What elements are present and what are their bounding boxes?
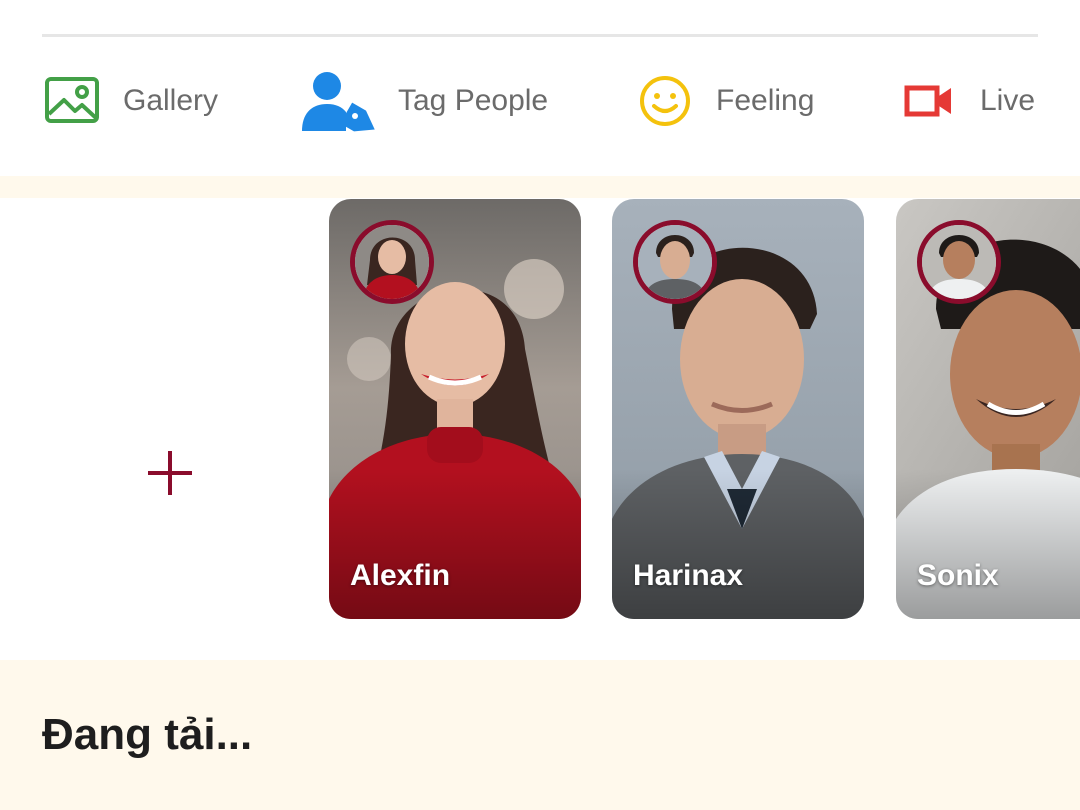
live-label: Live [980, 84, 1036, 117]
post-composer-actions: Gallery Tag People Feeling Live [0, 0, 1080, 176]
story-card[interactable]: Harinax [612, 199, 864, 619]
image-icon [44, 76, 100, 126]
loading-text: Đang tải... [42, 710, 253, 759]
tag-people-label: Tag People [398, 84, 549, 117]
smiley-icon [638, 74, 692, 128]
tag-people-button[interactable]: Tag People [300, 66, 548, 136]
photo-overlay [329, 469, 581, 619]
feeling-label: Feeling [716, 84, 815, 117]
avatar [350, 220, 434, 304]
story-card[interactable]: Alexfin [329, 199, 581, 619]
add-story-button[interactable] [120, 423, 220, 523]
story-card[interactable]: Sonix [896, 199, 1080, 619]
video-camera-icon [904, 84, 954, 118]
story-author-name: Alexfin [350, 559, 451, 592]
story-author-name: Harinax [633, 559, 744, 592]
stories-strip: Alexfin Harinax Sonix [0, 198, 1080, 660]
plus-icon [148, 451, 192, 495]
divider [42, 34, 1038, 37]
tag-people-icon [300, 69, 378, 133]
story-author-name: Sonix [917, 559, 999, 592]
section-separator [0, 176, 1080, 198]
feeling-button[interactable]: Feeling [638, 66, 814, 136]
gallery-button[interactable]: Gallery [44, 66, 218, 136]
live-button[interactable]: Live [904, 66, 1035, 136]
photo-overlay [612, 469, 864, 619]
avatar [917, 220, 1001, 304]
gallery-label: Gallery [123, 84, 219, 117]
photo-overlay [896, 469, 1080, 619]
avatar [633, 220, 717, 304]
